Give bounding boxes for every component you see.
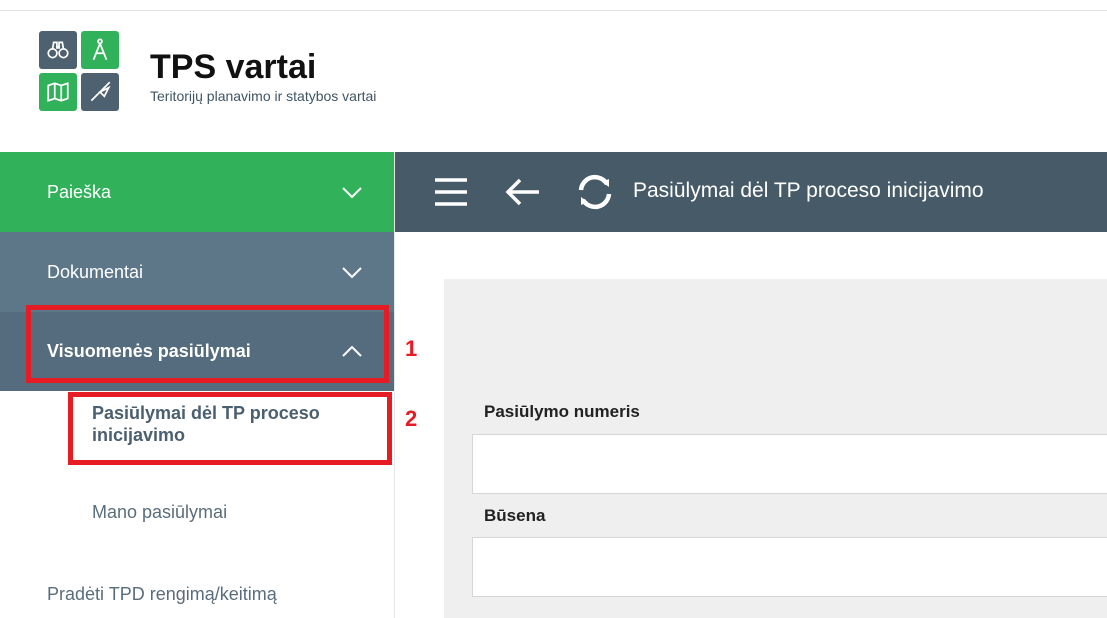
compass-icon [81,31,119,69]
app-subtitle: Teritorijų planavimo ir statybos vartai [150,88,377,104]
binoculars-icon [39,31,77,69]
annotation-marker-2: 2 [405,406,418,431]
logo[interactable] [39,31,123,115]
map-icon [39,73,77,111]
refresh-icon[interactable] [573,170,617,214]
highlight-box-2 [68,392,392,465]
search-form: Pasiūlymo numeris Būsena [444,279,1107,618]
highlight-box-1 [26,305,389,383]
busena-input[interactable] [472,537,1107,597]
sidebar-subitem-mano-pasiulymai[interactable]: Mano pasiūlymai [92,502,227,523]
chevron-down-icon [342,267,362,279]
pasiulymo-numeris-input[interactable] [472,434,1107,494]
app-title: TPS vartai [150,48,317,86]
sidebar-item-dokumentai[interactable]: Dokumentai [0,232,394,312]
page-title: Pasiūlymai dėl TP proceso inicijavimo [633,179,984,202]
chevron-down-icon [342,187,362,199]
back-arrow-icon[interactable] [503,172,543,212]
trowel-icon [81,73,119,111]
sidebar-item-pradeti-tpd[interactable]: Pradėti TPD rengimą/keitimą [47,584,277,605]
sidebar-item-paieska[interactable]: Paieška [0,152,394,232]
field-label-busena: Būsena [484,506,546,525]
menu-icon[interactable] [431,172,471,212]
annotation-marker-1: 1 [405,336,418,361]
field-label-pasiulymo-numeris: Pasiūlymo numeris [484,402,640,421]
sidebar: Paieška Dokumentai Visuomenės pasiūlymai… [0,152,395,618]
header-bar: Pasiūlymai dėl TP proceso inicijavimo [395,152,1107,232]
sidebar-item-label: Dokumentai [47,261,144,282]
sidebar-item-label: Paieška [47,181,112,202]
top-divider [0,10,1107,11]
